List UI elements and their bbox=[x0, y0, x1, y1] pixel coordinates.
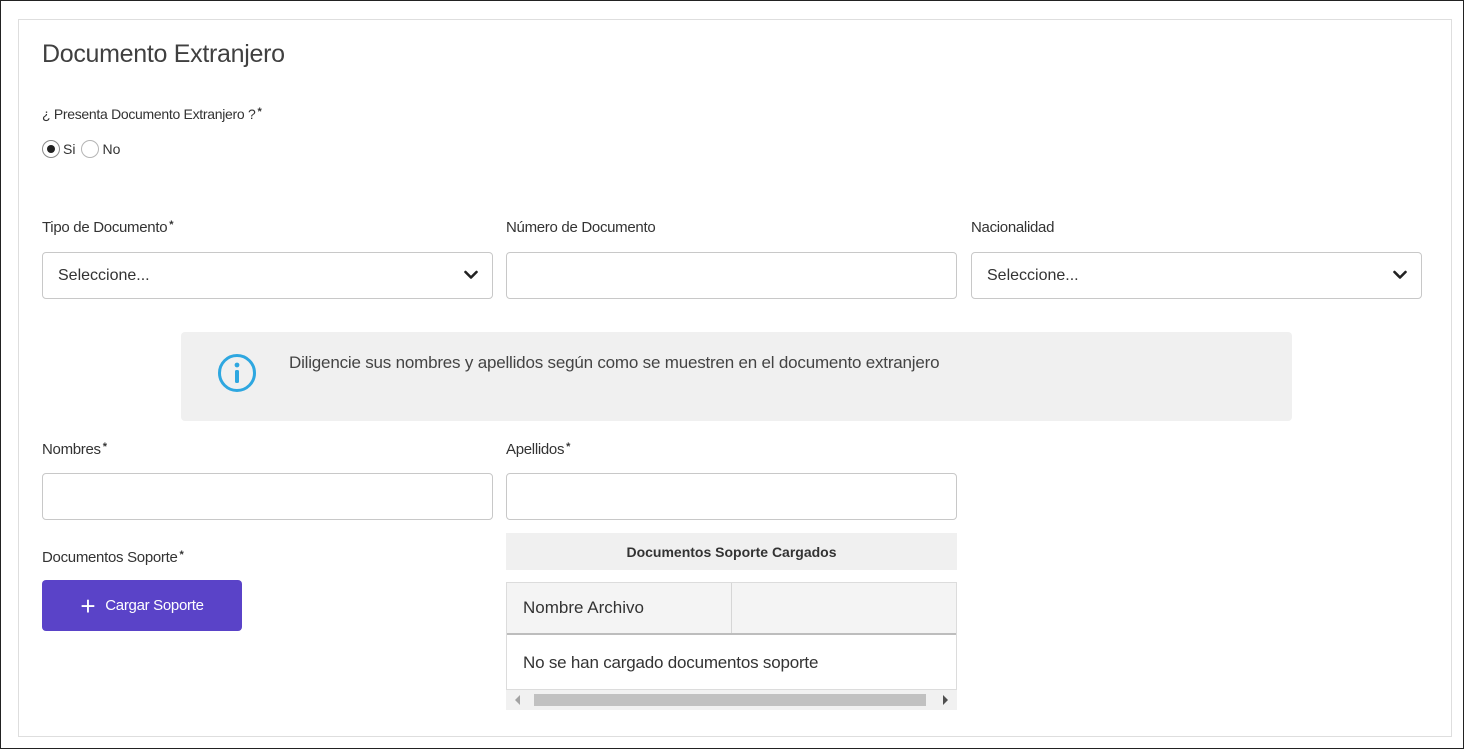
radio-no-label[interactable]: No bbox=[102, 141, 120, 157]
required-mark: * bbox=[169, 219, 174, 231]
table-empty-message: No se han cargado documentos soporte bbox=[523, 653, 819, 672]
radio-group: Si No bbox=[42, 140, 126, 158]
numero-documento-input[interactable] bbox=[506, 252, 957, 299]
column-divider bbox=[731, 583, 732, 633]
tipo-documento-label: Tipo de Documento * bbox=[42, 219, 174, 236]
tipo-documento-label-text: Tipo de Documento bbox=[42, 219, 168, 236]
info-icon bbox=[218, 354, 256, 392]
table-header: Nombre Archivo bbox=[507, 583, 956, 635]
tipo-documento-value: Seleccione... bbox=[58, 267, 150, 284]
nacionalidad-select[interactable]: Seleccione... bbox=[971, 252, 1422, 299]
apellidos-input[interactable] bbox=[506, 473, 957, 520]
cargar-soporte-label: Cargar Soporte bbox=[105, 597, 204, 614]
apellidos-label: Apellidos * bbox=[506, 441, 570, 458]
nombres-label: Nombres * bbox=[42, 441, 107, 458]
chevron-down-icon bbox=[1393, 270, 1407, 279]
nombres-label-text: Nombres bbox=[42, 441, 101, 458]
radio-si-label[interactable]: Si bbox=[63, 141, 75, 157]
required-mark: * bbox=[566, 441, 571, 453]
nacionalidad-label: Nacionalidad bbox=[971, 219, 1055, 236]
scroll-right-arrow-icon[interactable] bbox=[943, 695, 948, 705]
documents-table: Nombre Archivo No se han cargado documen… bbox=[506, 582, 957, 690]
tipo-documento-select[interactable]: Seleccione... bbox=[42, 252, 493, 299]
scroll-thumb[interactable] bbox=[534, 694, 926, 706]
info-text: Diligencie sus nombres y apellidos según… bbox=[289, 353, 940, 372]
required-mark: * bbox=[179, 549, 184, 561]
radio-si[interactable] bbox=[42, 140, 60, 158]
cargar-soporte-button[interactable]: + Cargar Soporte bbox=[42, 580, 242, 631]
nacionalidad-value: Seleccione... bbox=[987, 267, 1079, 284]
documentos-soporte-label: Documentos Soporte * bbox=[42, 549, 184, 566]
plus-icon: + bbox=[80, 590, 96, 621]
horizontal-scrollbar[interactable] bbox=[506, 690, 957, 710]
apellidos-label-text: Apellidos bbox=[506, 441, 565, 458]
radio-no[interactable] bbox=[81, 140, 100, 158]
required-mark: * bbox=[102, 441, 107, 453]
numero-documento-label: Número de Documento bbox=[506, 219, 656, 236]
foreign-document-question: ¿ Presenta Documento Extranjero ? * bbox=[42, 106, 262, 122]
question-label: ¿ Presenta Documento Extranjero ? bbox=[42, 106, 256, 122]
documentos-soporte-label-text: Documentos Soporte bbox=[42, 549, 178, 566]
section-title: Documento Extranjero bbox=[42, 40, 285, 68]
table-caption: Documentos Soporte Cargados bbox=[506, 533, 957, 570]
required-mark: * bbox=[257, 106, 262, 118]
info-alert: Diligencie sus nombres y apellidos según… bbox=[181, 332, 1292, 421]
scroll-left-arrow-icon[interactable] bbox=[515, 695, 520, 705]
chevron-down-icon bbox=[464, 270, 478, 279]
column-header-nombre-archivo[interactable]: Nombre Archivo bbox=[523, 598, 644, 618]
nombres-input[interactable] bbox=[42, 473, 493, 520]
